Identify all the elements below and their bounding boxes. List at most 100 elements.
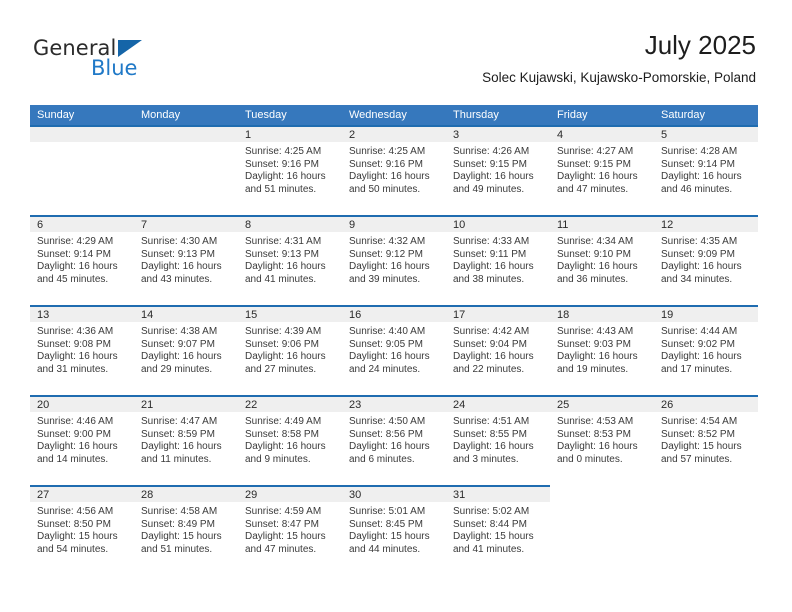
day-cell[interactable]: 10 Sunrise: 4:33 AM Sunset: 9:11 PM Dayligh… [446,215,550,305]
day-cell[interactable]: 29 Sunrise: 4:59 AM Sunset: 8:47 PM Dayligh… [238,485,342,575]
day-cell[interactable]: 31 Sunrise: 5:02 AM Sunset: 8:44 PM Dayligh… [446,485,550,575]
day-cell[interactable]: 1 Sunrise: 4:25 AM Sunset: 9:16 PM Daylight… [238,125,342,215]
calendar-week-row: 6 Sunrise: 4:29 AM Sunset: 9:14 PM Daylight… [30,215,758,305]
day-number: 11 [550,215,654,232]
sunrise-text: Sunrise: 4:29 AM [37,236,114,247]
day-cell[interactable]: 22 Sunrise: 4:49 AM Sunset: 8:58 PM Dayligh… [238,395,342,485]
day-cell[interactable]: 20 Sunrise: 4:46 AM Sunset: 9:00 PM Dayligh… [30,395,134,485]
day-info: Sunrise: 4:28 AM Sunset: 9:14 PM Daylight:… [654,142,758,196]
day-info: Sunrise: 4:26 AM Sunset: 9:15 PM Daylight:… [446,142,550,196]
day-number: 24 [446,395,550,412]
day-cell[interactable]: 18 Sunrise: 4:43 AM Sunset: 9:03 PM Dayligh… [550,305,654,395]
sunrise-text: Sunrise: 5:02 AM [453,506,530,517]
day-info: Sunrise: 4:40 AM Sunset: 9:05 PM Daylight:… [342,322,446,376]
calendar-week-row: 27 Sunrise: 4:56 AM Sunset: 8:50 PM Dayligh… [30,485,758,575]
calendar-grid: Sunday Monday Tuesday Wednesday Thursday Frid… [30,105,758,575]
sunrise-text: Sunrise: 4:36 AM [37,326,114,337]
day-info: Sunrise: 4:50 AM Sunset: 8:56 PM Daylight:… [342,412,446,466]
day-cell[interactable]: 13 Sunrise: 4:36 AM Sunset: 9:08 PM Dayligh… [30,305,134,395]
weekday-header-monday: Monday [141,109,181,121]
day-number: 10 [446,215,550,232]
day-number: 5 [654,125,758,142]
sunrise-text: Sunrise: 4:31 AM [245,236,322,247]
page-subtitle: Solec Kujawski, Kujawsko-Pomorskie, Pola… [482,70,756,85]
day-number: 22 [238,395,342,412]
day-cell-empty [30,125,134,215]
weekday-header-tuesday: Tuesday [245,109,287,121]
day-info: Sunrise: 4:59 AM Sunset: 8:47 PM Daylight:… [238,502,342,556]
weekday-header-wednesday: Wednesday [349,109,407,121]
day-number: 31 [446,485,550,502]
day-info: Sunrise: 4:51 AM Sunset: 8:55 PM Daylight:… [446,412,550,466]
sunset-text: Sunset: 9:00 PM [37,428,111,440]
sunrise-text: Sunrise: 4:40 AM [349,326,426,337]
sunrise-text: Sunrise: 4:39 AM [245,326,322,337]
sunrise-text: Sunrise: 4:58 AM [141,506,218,517]
daylight-text: Daylight: 16 hours and 22 minutes. [453,351,534,375]
day-cell[interactable]: 15 Sunrise: 4:39 AM Sunset: 9:06 PM Dayligh… [238,305,342,395]
sunset-text: Sunset: 9:15 PM [453,158,527,170]
sunset-text: Sunset: 9:03 PM [557,338,631,350]
daylight-text: Daylight: 16 hours and 34 minutes. [661,261,742,285]
day-cell[interactable]: 6 Sunrise: 4:29 AM Sunset: 9:14 PM Daylight… [30,215,134,305]
day-cell[interactable]: 4 Sunrise: 4:27 AM Sunset: 9:15 PM Daylight… [550,125,654,215]
day-cell[interactable]: 27 Sunrise: 4:56 AM Sunset: 8:50 PM Dayligh… [30,485,134,575]
sunrise-text: Sunrise: 4:38 AM [141,326,218,337]
day-cell[interactable]: 21 Sunrise: 4:47 AM Sunset: 8:59 PM Dayligh… [134,395,238,485]
sunrise-text: Sunrise: 4:30 AM [141,236,218,247]
day-number: 6 [30,215,134,232]
daylight-text: Daylight: 16 hours and 51 minutes. [245,171,326,195]
page-header: General Blue July 2025 Solec Kujawski, K… [0,0,792,100]
sunrise-text: Sunrise: 4:49 AM [245,416,322,427]
sunset-text: Sunset: 9:05 PM [349,338,423,350]
day-cell[interactable]: 26 Sunrise: 4:54 AM Sunset: 8:52 PM Dayligh… [654,395,758,485]
daylight-text: Daylight: 16 hours and 24 minutes. [349,351,430,375]
day-cell[interactable]: 9 Sunrise: 4:32 AM Sunset: 9:12 PM Daylight… [342,215,446,305]
day-info: Sunrise: 4:35 AM Sunset: 9:09 PM Daylight:… [654,232,758,286]
weekday-header-saturday: Saturday [661,109,706,121]
calendar-week-row: 1 Sunrise: 4:25 AM Sunset: 9:16 PM Daylight… [30,125,758,215]
sunset-text: Sunset: 9:11 PM [453,248,527,260]
day-cell[interactable]: 8 Sunrise: 4:31 AM Sunset: 9:13 PM Daylight… [238,215,342,305]
day-cell[interactable]: 24 Sunrise: 4:51 AM Sunset: 8:55 PM Dayligh… [446,395,550,485]
day-number: 27 [30,485,134,502]
day-number: 4 [550,125,654,142]
general-blue-logo[interactable]: General Blue [33,36,213,84]
day-number: 28 [134,485,238,502]
day-cell[interactable]: 5 Sunrise: 4:28 AM Sunset: 9:14 PM Daylight… [654,125,758,215]
sunset-text: Sunset: 9:08 PM [37,338,111,350]
sunset-text: Sunset: 9:10 PM [557,248,631,260]
daylight-text: Daylight: 16 hours and 36 minutes. [557,261,638,285]
day-cell[interactable]: 12 Sunrise: 4:35 AM Sunset: 9:09 PM Dayligh… [654,215,758,305]
sunrise-text: Sunrise: 4:50 AM [349,416,426,427]
day-info: Sunrise: 4:32 AM Sunset: 9:12 PM Daylight:… [342,232,446,286]
day-cell[interactable]: 30 Sunrise: 5:01 AM Sunset: 8:45 PM Dayligh… [342,485,446,575]
day-cell[interactable]: 7 Sunrise: 4:30 AM Sunset: 9:13 PM Daylight… [134,215,238,305]
day-cell[interactable]: 11 Sunrise: 4:34 AM Sunset: 9:10 PM Dayligh… [550,215,654,305]
day-cell[interactable]: 2 Sunrise: 4:25 AM Sunset: 9:16 PM Daylight… [342,125,446,215]
sunset-text: Sunset: 8:47 PM [245,518,319,530]
day-info: Sunrise: 5:01 AM Sunset: 8:45 PM Daylight:… [342,502,446,556]
day-cell[interactable]: 23 Sunrise: 4:50 AM Sunset: 8:56 PM Dayligh… [342,395,446,485]
title-block: July 2025 Solec Kujawski, Kujawsko-Pomor… [482,30,756,86]
daylight-text: Daylight: 16 hours and 19 minutes. [557,351,638,375]
day-cell[interactable]: 25 Sunrise: 4:53 AM Sunset: 8:53 PM Dayligh… [550,395,654,485]
day-cell[interactable]: 16 Sunrise: 4:40 AM Sunset: 9:05 PM Dayligh… [342,305,446,395]
daylight-text: Daylight: 16 hours and 38 minutes. [453,261,534,285]
day-cell[interactable]: 28 Sunrise: 4:58 AM Sunset: 8:49 PM Dayligh… [134,485,238,575]
day-info: Sunrise: 5:02 AM Sunset: 8:44 PM Daylight:… [446,502,550,556]
day-cell[interactable]: 3 Sunrise: 4:26 AM Sunset: 9:15 PM Daylight… [446,125,550,215]
day-number: 23 [342,395,446,412]
sunrise-text: Sunrise: 4:35 AM [661,236,738,247]
day-number: 3 [446,125,550,142]
sunset-text: Sunset: 9:07 PM [141,338,215,350]
sunrise-text: Sunrise: 4:53 AM [557,416,634,427]
day-info: Sunrise: 4:56 AM Sunset: 8:50 PM Daylight:… [30,502,134,556]
day-cell[interactable]: 17 Sunrise: 4:42 AM Sunset: 9:04 PM Dayligh… [446,305,550,395]
daylight-text: Daylight: 16 hours and 39 minutes. [349,261,430,285]
sunrise-text: Sunrise: 4:33 AM [453,236,530,247]
day-cell[interactable]: 14 Sunrise: 4:38 AM Sunset: 9:07 PM Dayligh… [134,305,238,395]
daylight-text: Daylight: 15 hours and 54 minutes. [37,531,118,555]
sunset-text: Sunset: 8:50 PM [37,518,111,530]
day-cell[interactable]: 19 Sunrise: 4:44 AM Sunset: 9:02 PM Dayligh… [654,305,758,395]
